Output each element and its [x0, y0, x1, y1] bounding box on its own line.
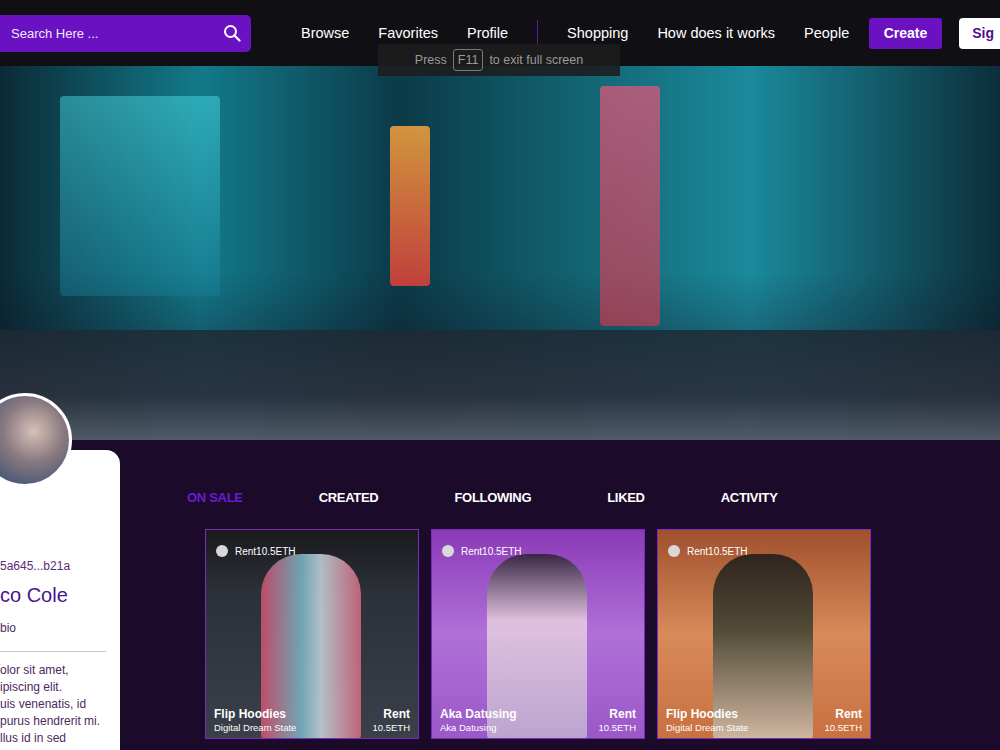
card-title-row: Flip Hoodies Rent [214, 707, 410, 722]
nav-link[interactable]: Profile [467, 25, 508, 41]
nft-image [658, 530, 870, 738]
card-price: 10.5ETH [373, 722, 411, 734]
bio-line: olor sit amet, [0, 662, 120, 679]
price-badge: Rent10.5ETH [668, 545, 748, 557]
nft-image [432, 530, 644, 738]
card-subtitle: Aka Datusing [440, 722, 497, 734]
card-list: Rent10.5ETH Flip Hoodies Rent Digital Dr… [205, 529, 1000, 739]
page: Browse Favorites Profile Shopping How does … [0, 0, 1000, 750]
card-title-row: Aka Datusing Rent [440, 707, 636, 722]
nft-card[interactable]: Rent10.5ETH Flip Hoodies Rent Digital Dr… [205, 529, 419, 739]
hero-street [0, 330, 1000, 440]
card-title: Flip Hoodies [214, 707, 286, 722]
sign-button[interactable]: Sig [959, 18, 1000, 49]
nav-link[interactable]: Browse [301, 25, 349, 41]
bio-line: purus hendrerit mi. [0, 713, 120, 730]
card-info: Flip Hoodies Rent Digital Dream State 10… [214, 707, 410, 734]
bio-line: uis venenatis, id [0, 696, 120, 713]
badge-text: Rent10.5ETH [461, 546, 522, 557]
bio-label: bio [0, 621, 120, 635]
price-badge: Rent10.5ETH [216, 545, 296, 557]
search-box[interactable] [0, 15, 251, 52]
notice-key: F11 [453, 49, 484, 71]
card-info: Aka Datusing Rent Aka Datusing 10.5ETH [440, 707, 636, 734]
card-sub-row: Digital Dream State 10.5ETH [666, 722, 862, 734]
hero-banner [0, 66, 1000, 440]
nav-divider [537, 20, 538, 46]
nav-link[interactable]: How does it works [657, 25, 775, 41]
create-button[interactable]: Create [869, 18, 943, 49]
card-action[interactable]: Rent [835, 707, 862, 722]
notice-text: Press [415, 53, 447, 67]
hero-light [60, 96, 220, 296]
card-action[interactable]: Rent [383, 707, 410, 722]
owner-avatar-icon [442, 545, 454, 557]
card-price: 10.5ETH [599, 722, 637, 734]
profile-content: ON SALE CREATED FOLLOWING LIKED ACTIVITY Ren… [120, 440, 1000, 739]
card-price: 10.5ETH [825, 722, 863, 734]
owner-avatar-icon [216, 545, 228, 557]
badge-text: Rent10.5ETH [235, 546, 296, 557]
nft-card[interactable]: Rent10.5ETH Aka Datusing Rent Aka Datusi… [431, 529, 645, 739]
hero-light [390, 126, 430, 286]
hero-light [600, 86, 660, 326]
profile-name: co Cole [0, 583, 120, 607]
bio-divider [0, 651, 106, 652]
nav-links: Browse Favorites Profile Shopping How does … [301, 20, 849, 46]
fullscreen-notice: Press F11 to exit full screen [378, 44, 620, 76]
search-input[interactable] [9, 25, 223, 42]
owner-avatar-icon [668, 545, 680, 557]
card-sub-row: Digital Dream State 10.5ETH [214, 722, 410, 734]
profile-main: 5a645...b21a co Cole bio olor sit amet,i… [0, 440, 1000, 750]
card-action[interactable]: Rent [609, 707, 636, 722]
tab[interactable]: LIKED [607, 490, 645, 505]
notice-text: to exit full screen [489, 53, 583, 67]
tab[interactable]: FOLLOWING [454, 490, 531, 505]
bio-line: llus id in sed [0, 730, 120, 747]
tab-bar: ON SALE CREATED FOLLOWING LIKED ACTIVITY [187, 489, 1000, 505]
bio-line: ipiscing elit. [0, 679, 120, 696]
card-sub-row: Aka Datusing 10.5ETH [440, 722, 636, 734]
tab[interactable]: ON SALE [187, 490, 243, 505]
price-badge: Rent10.5ETH [442, 545, 522, 557]
nav-link[interactable]: People [804, 25, 849, 41]
nav-link[interactable]: Favorites [378, 25, 438, 41]
card-title-row: Flip Hoodies Rent [666, 707, 862, 722]
nft-image [206, 530, 418, 738]
wallet-address[interactable]: 5a645...b21a [0, 558, 120, 574]
tab[interactable]: CREATED [319, 490, 379, 505]
card-title: Aka Datusing [440, 707, 517, 722]
badge-text: Rent10.5ETH [687, 546, 748, 557]
tab[interactable]: ACTIVITY [721, 490, 778, 505]
nft-card[interactable]: Rent10.5ETH Flip Hoodies Rent Digital Dr… [657, 529, 871, 739]
bio-text: olor sit amet,ipiscing elit.uis venenati… [0, 662, 120, 747]
card-title: Flip Hoodies [666, 707, 738, 722]
magnifier-icon[interactable] [223, 24, 241, 42]
top-navigation: Browse Favorites Profile Shopping How does … [0, 0, 1000, 66]
nav-link[interactable]: Shopping [567, 25, 628, 41]
card-info: Flip Hoodies Rent Digital Dream State 10… [666, 707, 862, 734]
card-subtitle: Digital Dream State [214, 722, 296, 734]
profile-card: 5a645...b21a co Cole bio olor sit amet,i… [0, 450, 120, 750]
card-subtitle: Digital Dream State [666, 722, 748, 734]
